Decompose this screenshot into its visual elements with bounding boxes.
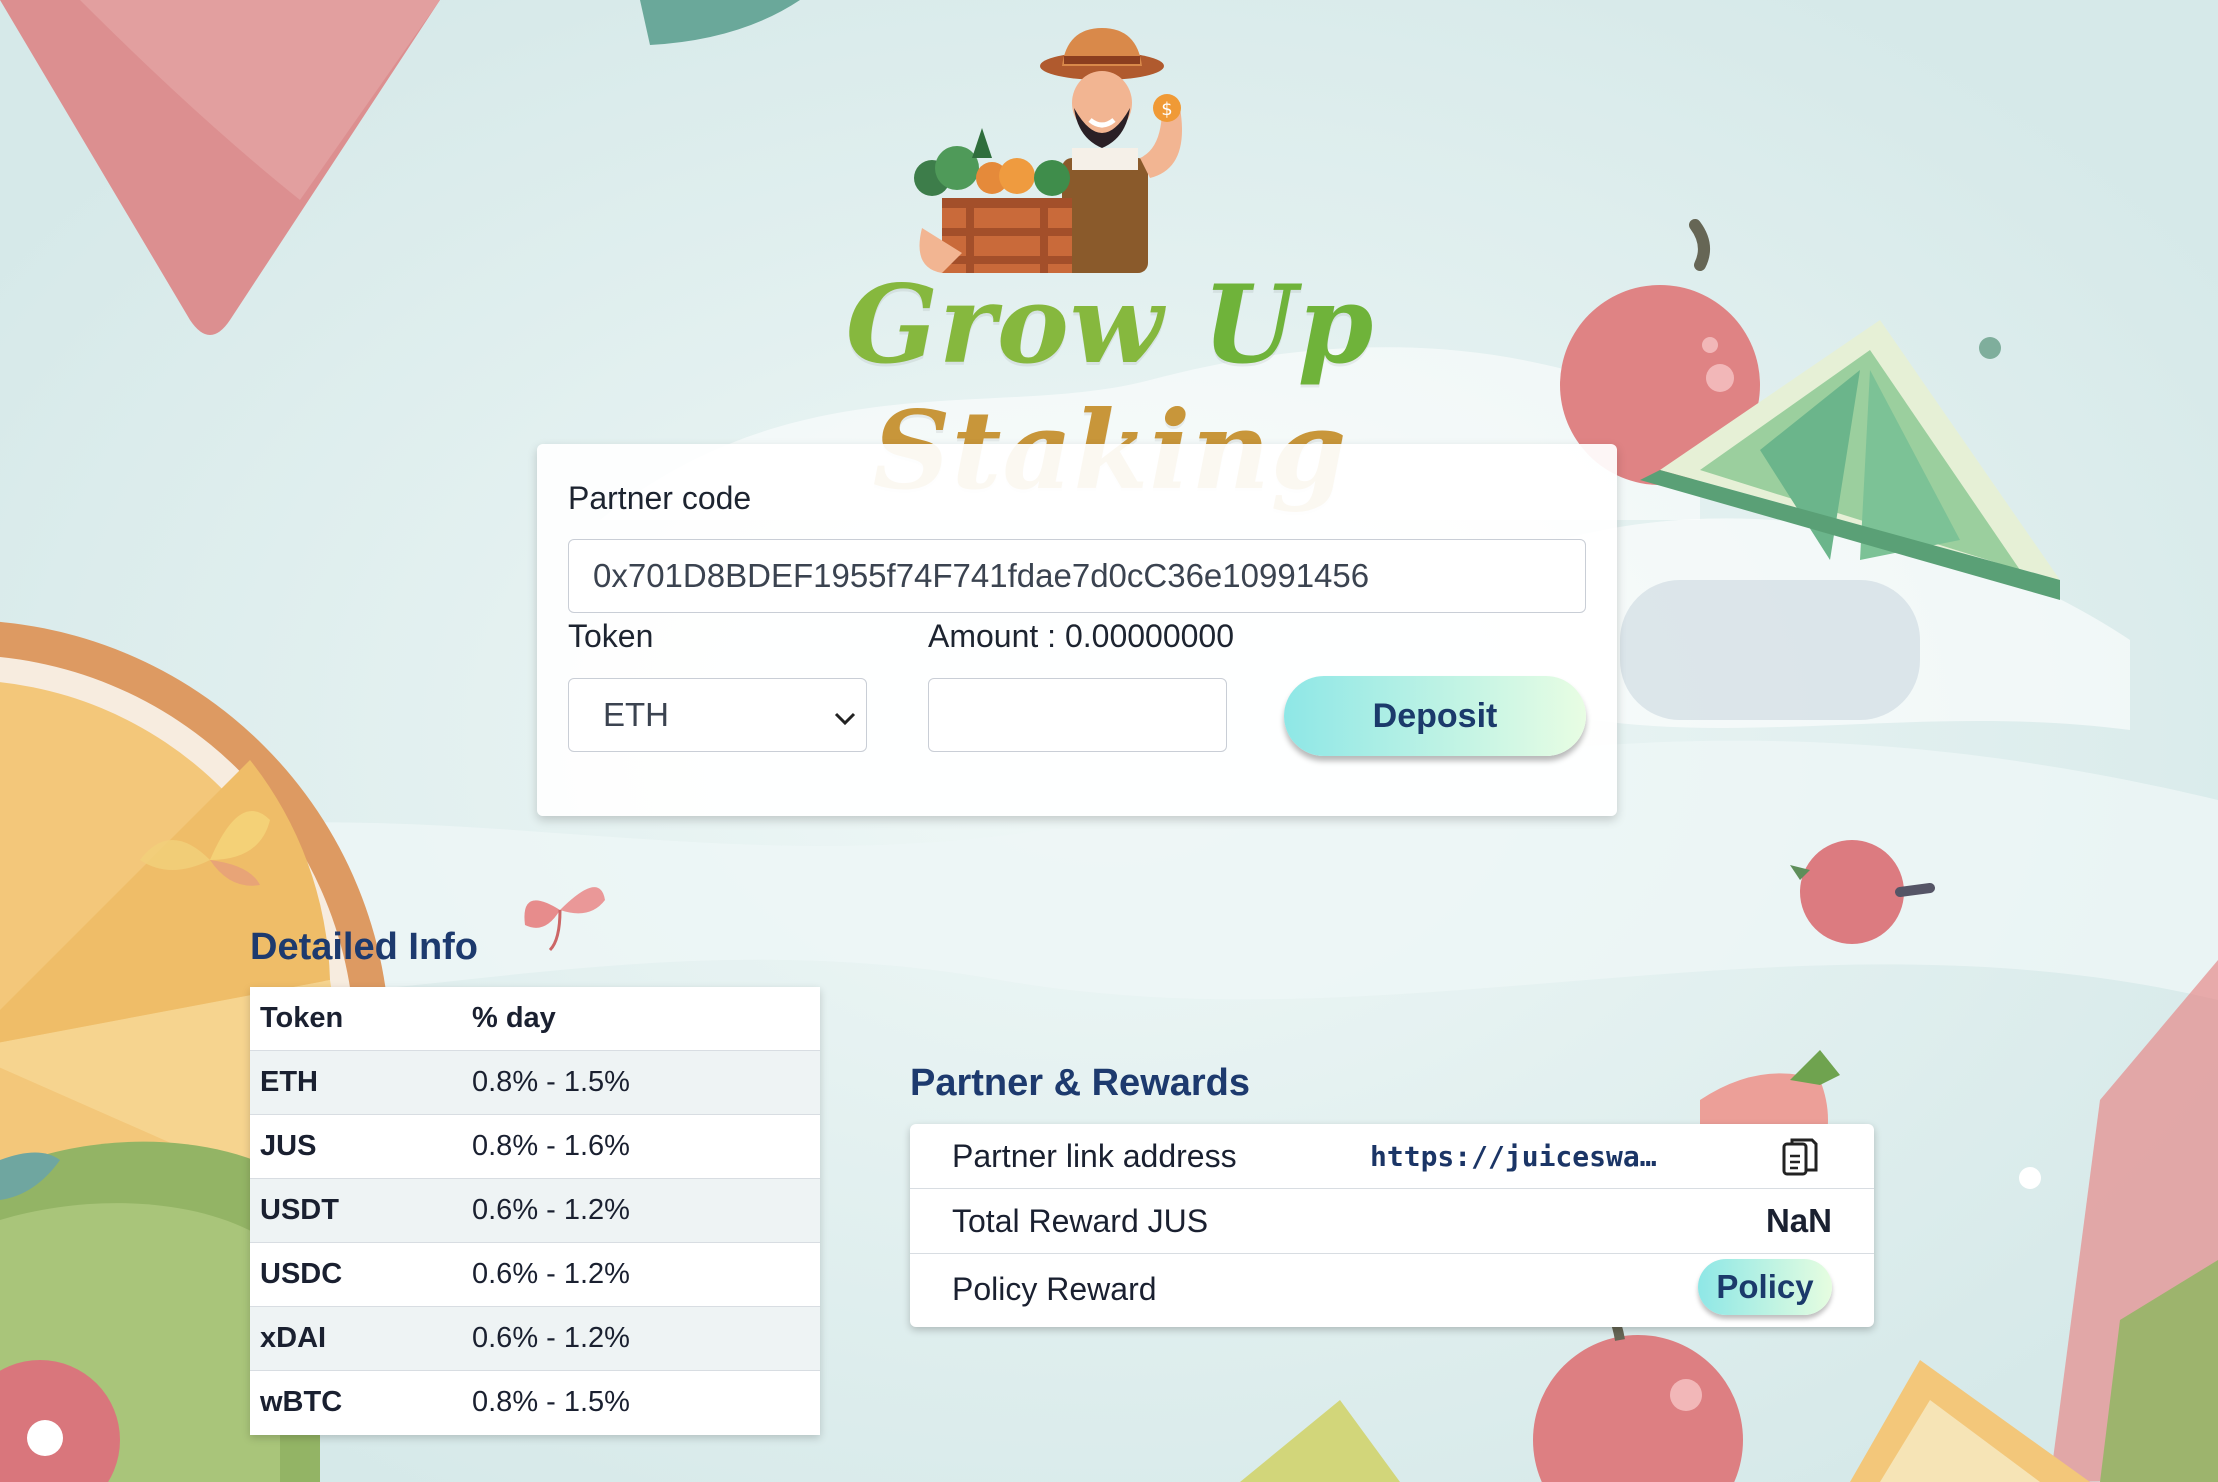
amount-label: Amount : 0.00000000	[928, 618, 1235, 654]
table-row: USDT 0.6% - 1.2%	[250, 1179, 820, 1243]
partner-link-row: Partner link address https://juiceswap.f…	[910, 1124, 1874, 1189]
token-cell: JUS	[260, 1130, 317, 1162]
token-cell: USDC	[260, 1258, 343, 1290]
detailed-info-table: Token % day ETH 0.8% - 1.5% JUS 0.8% - 1…	[250, 987, 820, 1435]
total-reward-row: Total Reward JUS NaN	[910, 1189, 1874, 1254]
partner-code-input[interactable]: 0x701D8BDEF1955f74F741fdae7d0cC36e109914…	[568, 539, 1586, 613]
table-row: USDC 0.6% - 1.2%	[250, 1243, 820, 1307]
partner-link-label: Partner link address	[952, 1137, 1237, 1174]
partner-link-value: https://juiceswap.fina…	[1370, 1139, 1670, 1173]
title-word-grow: Grow	[845, 262, 1164, 388]
policy-button[interactable]: Policy	[1698, 1259, 1832, 1315]
svg-text:$: $	[1161, 99, 1172, 120]
total-reward-label: Total Reward JUS	[952, 1202, 1209, 1239]
header-token: Token	[260, 1002, 344, 1034]
rate-cell: 0.6% - 1.2%	[472, 1194, 630, 1226]
total-reward-value: NaN	[1765, 1202, 1832, 1239]
token-select[interactable]: ETH	[568, 678, 867, 752]
deposit-button[interactable]: Deposit	[1284, 676, 1586, 756]
rate-cell: 0.8% - 1.5%	[472, 1066, 630, 1098]
partner-code-label: Partner code	[568, 480, 752, 516]
table-header-row: Token % day	[250, 987, 820, 1051]
token-cell: USDT	[260, 1194, 339, 1226]
token-select-value: ETH	[603, 696, 669, 733]
detailed-info-title: Detailed Info	[250, 926, 479, 968]
rate-cell: 0.6% - 1.2%	[472, 1258, 630, 1290]
deposit-card: Partner code 0x701D8BDEF1955f74F741fdae7…	[537, 444, 1617, 816]
title-word-up: Up	[1202, 262, 1375, 388]
table-row: ETH 0.8% - 1.5%	[250, 1051, 820, 1115]
token-cell: xDAI	[260, 1322, 327, 1354]
partner-code-value: 0x701D8BDEF1955f74F741fdae7d0cC36e109914…	[593, 557, 1370, 594]
amount-input[interactable]	[928, 678, 1227, 752]
token-label: Token	[568, 618, 654, 654]
token-cell: ETH	[260, 1066, 318, 1098]
rate-cell: 0.6% - 1.2%	[472, 1322, 630, 1354]
table-row: wBTC 0.8% - 1.5%	[250, 1371, 820, 1434]
copy-icon[interactable]	[1780, 1136, 1820, 1178]
partner-rewards-title: Partner & Rewards	[910, 1062, 1251, 1104]
farmer-logo: $	[912, 28, 1242, 278]
rate-cell: 0.8% - 1.5%	[472, 1386, 630, 1418]
token-cell: wBTC	[260, 1386, 343, 1418]
chevron-down-icon	[834, 696, 856, 734]
policy-reward-label: Policy Reward	[952, 1270, 1157, 1307]
table-row: JUS 0.8% - 1.6%	[250, 1115, 820, 1179]
rate-cell: 0.8% - 1.6%	[472, 1130, 630, 1162]
policy-reward-row: Policy Reward Policy	[910, 1254, 1874, 1324]
table-row: xDAI 0.6% - 1.2%	[250, 1307, 820, 1371]
header-percent-day: % day	[472, 1002, 556, 1034]
partner-rewards-card: Partner link address https://juiceswap.f…	[910, 1124, 1874, 1327]
